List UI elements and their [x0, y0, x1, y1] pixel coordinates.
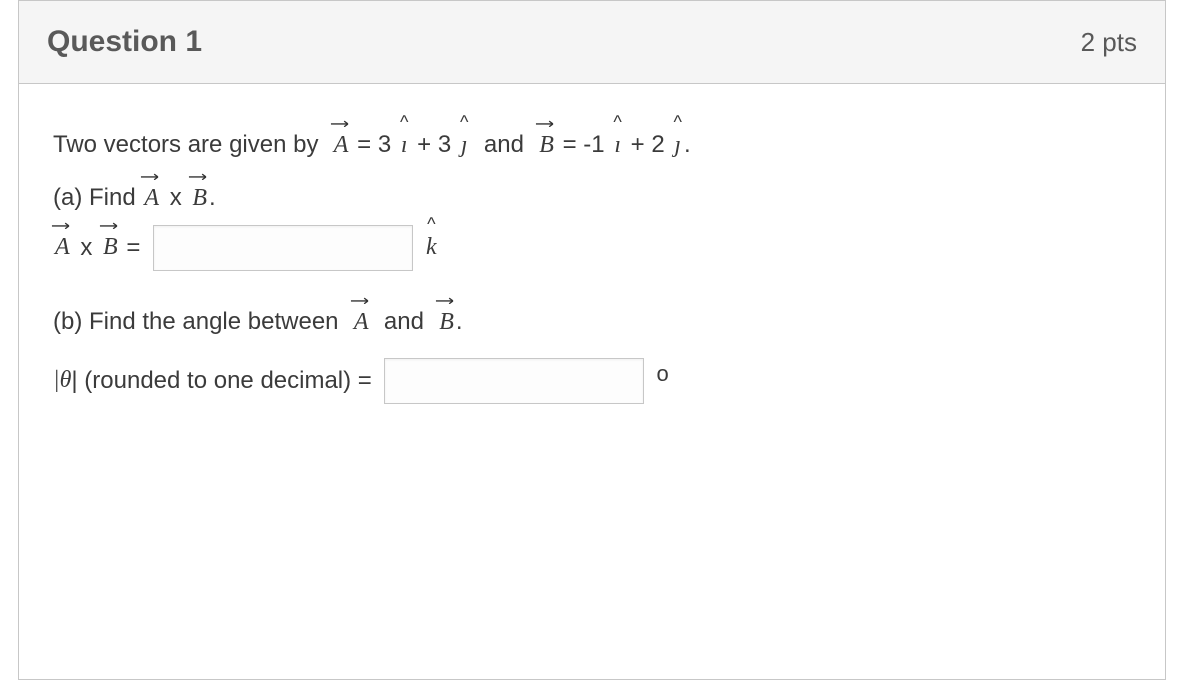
vector-A: A: [142, 182, 161, 216]
i-hat: ^ ı: [611, 129, 624, 163]
j-hat-letter: ȷ: [674, 132, 681, 158]
vector-B-letter: B: [439, 309, 454, 335]
vector-A: A: [352, 306, 371, 340]
part-b-answer-row: | θ | (rounded to one decimal) = o: [53, 358, 1131, 404]
i-hat-letter: ı: [401, 132, 408, 158]
arrow-icon: [535, 119, 558, 127]
j-hat: ^ ȷ: [671, 129, 684, 163]
arrow-icon: [350, 296, 373, 304]
vector-B: B: [101, 231, 120, 265]
i-hat-letter: ı: [614, 132, 621, 158]
times-symbol: x: [161, 181, 190, 215]
part-a-answer-row: A x B = ^ k: [53, 225, 1131, 271]
part-a-answer-input[interactable]: [153, 225, 413, 271]
prompt-line: Two vectors are given by A = 3 ^ ı + 3 ^…: [53, 128, 1131, 163]
theta-symbol: θ: [60, 364, 72, 398]
vector-A-letter: A: [55, 234, 70, 260]
part-a-prompt: (a) Find A x B .: [53, 181, 1131, 216]
arrow-icon: [330, 119, 353, 127]
equals-symbol: =: [120, 231, 147, 265]
vector-A-letter: A: [354, 309, 369, 335]
eqA-mid: + 3: [411, 128, 458, 162]
arrow-icon: [140, 172, 163, 180]
intro-period: .: [684, 128, 691, 162]
j-hat: ^ ȷ: [458, 129, 471, 163]
i-hat: ^ ı: [398, 129, 411, 163]
caret-icon: ^: [398, 119, 411, 125]
part-a-period: .: [209, 181, 216, 215]
question-header: Question 1 2 pts: [19, 1, 1165, 84]
arrow-icon: [51, 221, 74, 229]
abs-bar-open: |: [53, 364, 60, 398]
question-points: 2 pts: [1081, 27, 1137, 58]
vector-A-letter: A: [334, 132, 349, 158]
vector-B: B: [190, 182, 209, 216]
k-hat-letter: k: [426, 234, 437, 260]
j-hat-letter: ȷ: [461, 132, 468, 158]
caret-icon: ^: [423, 221, 440, 227]
part-b-and: and: [371, 305, 438, 339]
caret-icon: ^: [458, 119, 471, 125]
vector-B: B: [437, 306, 456, 340]
question-title: Question 1: [47, 25, 202, 59]
part-b-prompt: (b) Find the angle between A and B .: [53, 305, 1131, 340]
vector-A: A: [53, 231, 72, 265]
part-b-label: (b) Find the angle between: [53, 305, 352, 339]
times-symbol: x: [72, 231, 101, 265]
part-b-period: .: [456, 305, 463, 339]
part-b-answer-input[interactable]: [384, 358, 644, 404]
page: Question 1 2 pts Two vectors are given b…: [0, 0, 1184, 688]
caret-icon: ^: [611, 119, 624, 125]
eqA-pre: = 3: [350, 128, 397, 162]
arrow-icon: [99, 221, 122, 229]
intro-text: Two vectors are given by: [53, 128, 332, 162]
arrow-icon: [435, 296, 458, 304]
intro-and: and: [471, 128, 538, 162]
question-body: Two vectors are given by A = 3 ^ ı + 3 ^…: [19, 84, 1165, 466]
vector-A-letter: A: [144, 185, 159, 211]
eqB-mid: + 2: [624, 128, 671, 162]
k-hat: ^ k: [423, 231, 440, 265]
caret-icon: ^: [671, 119, 684, 125]
vector-B-letter: B: [539, 132, 554, 158]
vector-B-letter: B: [192, 185, 207, 211]
eqB-pre: = -1: [556, 128, 611, 162]
degree-symbol: o: [650, 359, 668, 390]
vector-B: B: [537, 129, 556, 163]
theta-label-post: | (rounded to one decimal) =: [71, 364, 378, 398]
arrow-icon: [188, 172, 211, 180]
vector-B-letter: B: [103, 234, 118, 260]
part-a-label: (a) Find: [53, 181, 142, 215]
question-card: Question 1 2 pts Two vectors are given b…: [18, 0, 1166, 680]
vector-A: A: [332, 129, 351, 163]
